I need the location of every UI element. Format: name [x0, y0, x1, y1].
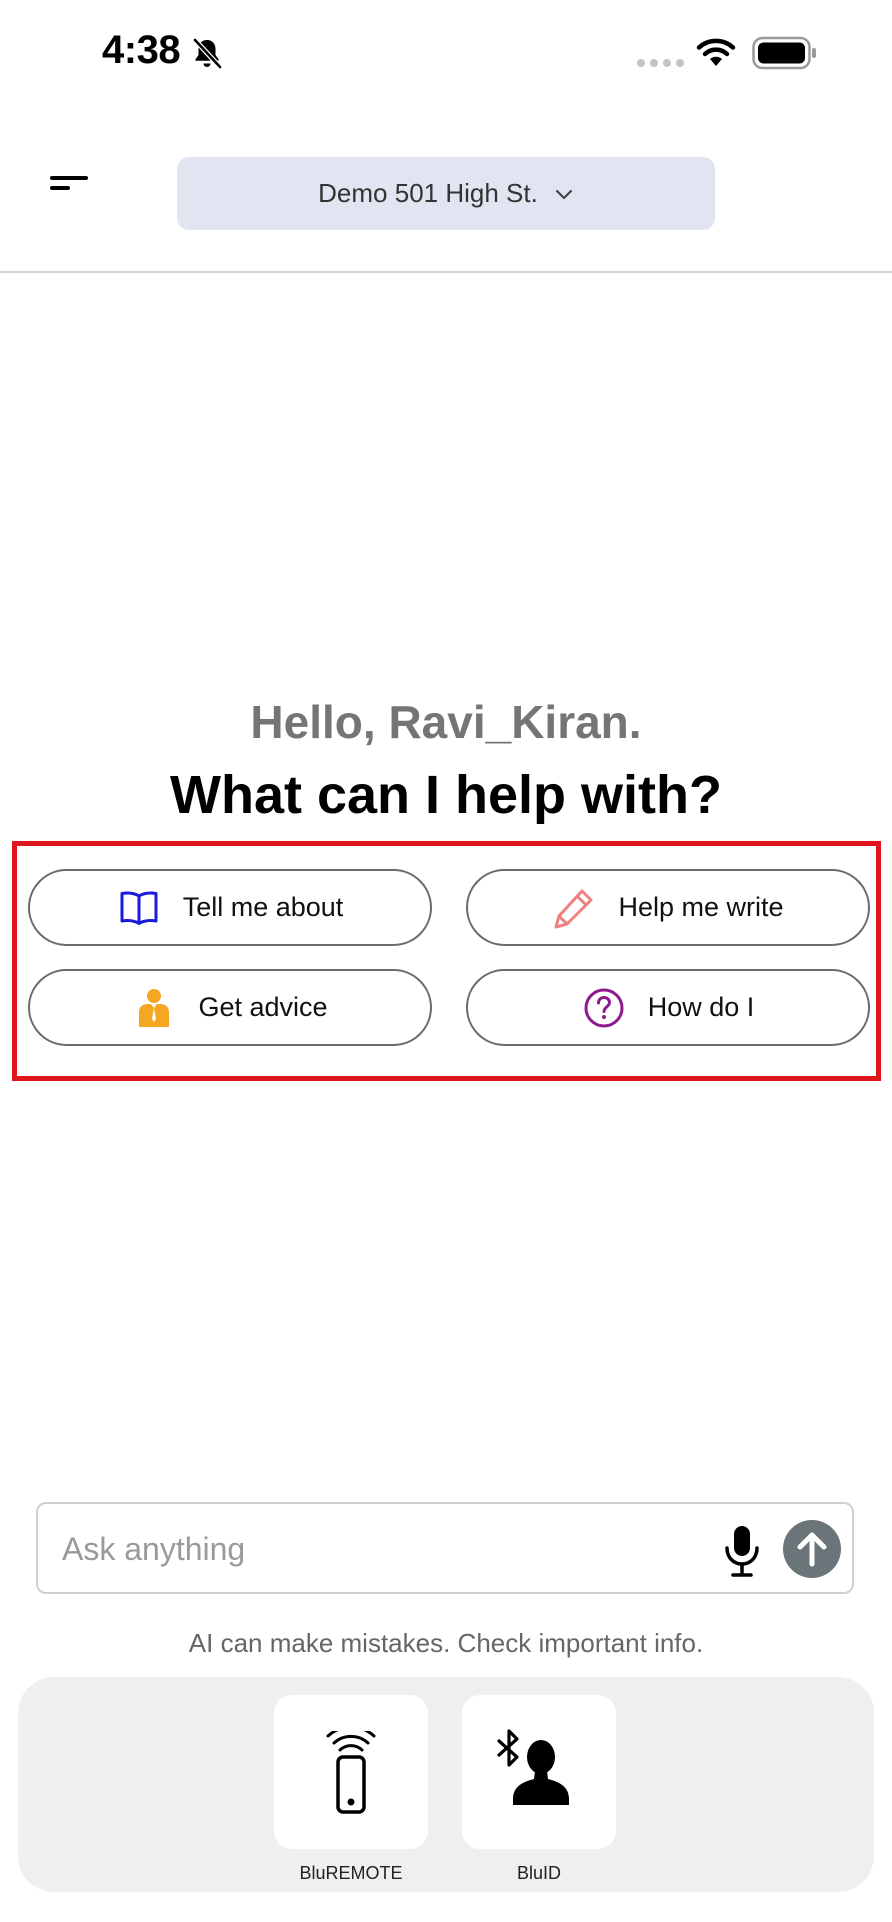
- arrow-up-icon: [797, 1532, 827, 1567]
- bottom-dock: BluREMOTE BluID: [18, 1677, 874, 1892]
- signal-dots-icon: [637, 59, 684, 67]
- disclaimer-text: AI can make mistakes. Check important in…: [188, 1628, 704, 1658]
- microphone-icon[interactable]: [721, 1524, 763, 1578]
- menu-bar-short: [50, 186, 70, 190]
- pencil-icon: [554, 889, 593, 928]
- open-book-icon: [120, 891, 158, 925]
- greeting-text: Hello, Ravi_Kiran.: [250, 696, 642, 748]
- menu-bar-long: [50, 176, 88, 180]
- battery-icon: [752, 36, 816, 70]
- suggestion-label: Get advice: [198, 992, 328, 1022]
- suggestion-label: Tell me about: [182, 892, 344, 922]
- suggestion-label: Help me write: [618, 892, 784, 922]
- hamburger-menu-icon[interactable]: [44, 170, 92, 200]
- app-screen: 4:38 Demo 501 High St. Hello, Ravi_Kiran…: [0, 0, 892, 1922]
- wifi-icon: [696, 38, 736, 66]
- status-time: 4:38: [102, 28, 181, 72]
- suggestion-how-do-i[interactable]: How do I: [466, 969, 870, 1046]
- question-circle-icon: [584, 988, 624, 1027]
- chevron-down-icon: [555, 189, 572, 199]
- header-divider: [0, 271, 892, 273]
- send-button[interactable]: [783, 1520, 841, 1578]
- dock-label-bluid: BluID: [516, 1863, 561, 1883]
- suggestion-tell-me-about[interactable]: Tell me about: [28, 869, 432, 946]
- dock-item-bluremote[interactable]: [274, 1695, 428, 1849]
- suggestion-help-me-write[interactable]: Help me write: [466, 869, 870, 946]
- location-label: Demo 501 High St.: [318, 178, 538, 208]
- suggestion-chips-group: Tell me about Help me write Get advice H…: [12, 841, 881, 1081]
- dock-item-bluid[interactable]: [462, 1695, 616, 1849]
- phone-wireless-icon: [326, 1731, 376, 1814]
- advisor-person-icon: [139, 988, 170, 1027]
- dock-label-bluremote: BluREMOTE: [299, 1863, 403, 1883]
- ask-input-container: [36, 1502, 854, 1594]
- suggestion-get-advice[interactable]: Get advice: [28, 969, 432, 1046]
- bluetooth-person-icon: [497, 1729, 569, 1805]
- location-selector[interactable]: Demo 501 High St.: [177, 157, 715, 230]
- ask-input[interactable]: [62, 1522, 702, 1576]
- bell-slash-icon: [193, 38, 222, 69]
- suggestion-label: How do I: [647, 992, 755, 1022]
- page-title: What can I help with?: [170, 765, 722, 825]
